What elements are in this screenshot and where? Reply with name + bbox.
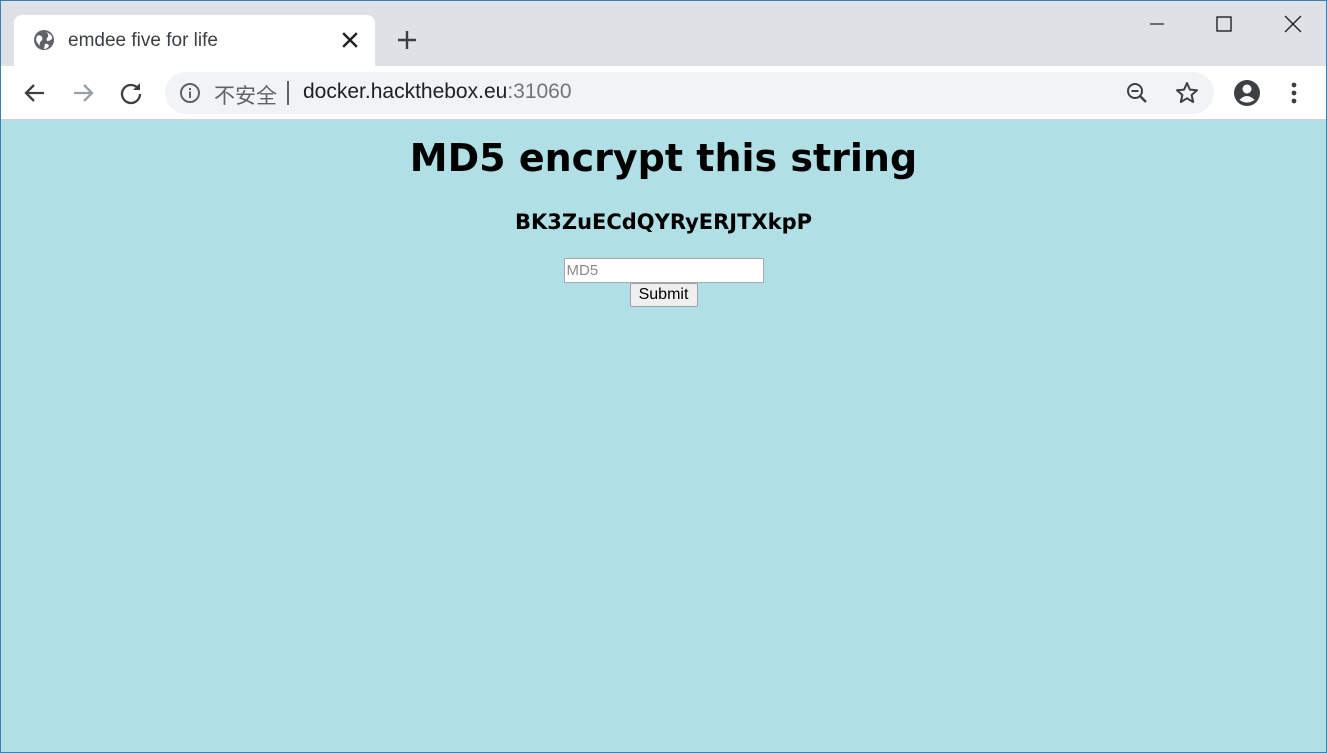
challenge-string: BK3ZuECdQYRyERJTXkpP [514, 210, 813, 234]
info-icon[interactable] [179, 82, 201, 104]
browser-toolbar: 不安全 docker.hackthebox.eu:31060 [1, 66, 1326, 120]
minimize-icon[interactable] [1144, 11, 1170, 37]
browser-window: emdee five for life 不安全 docker.hackthebo… [0, 0, 1327, 753]
new-tab-plus-icon[interactable] [394, 27, 420, 53]
omnibox-separator [287, 81, 289, 105]
url-port: :31060 [507, 80, 572, 103]
submit-button[interactable]: Submit [629, 283, 698, 307]
page-content: MD5 encrypt this string BK3ZuECdQYRyERJT… [1, 121, 1326, 752]
md5-form: Submit [1, 258, 1326, 307]
tab-title: emdee five for life [68, 30, 218, 51]
page-heading: MD5 encrypt this string [409, 136, 918, 180]
security-status-label[interactable]: 不安全 [214, 80, 277, 110]
zoom-out-icon[interactable] [1125, 81, 1149, 105]
globe-icon [33, 29, 55, 51]
back-arrow-icon[interactable] [21, 79, 49, 107]
url-text[interactable]: docker.hackthebox.eu:31060 [303, 80, 572, 104]
tab-strip: emdee five for life [1, 1, 1326, 66]
maximize-icon[interactable] [1211, 11, 1237, 37]
forward-arrow-icon[interactable] [69, 79, 97, 107]
address-bar[interactable]: 不安全 docker.hackthebox.eu:31060 [165, 72, 1214, 114]
reload-icon[interactable] [117, 79, 145, 107]
profile-avatar-icon[interactable] [1232, 78, 1262, 108]
url-host: docker.hackthebox.eu [303, 80, 508, 103]
more-menu-icon[interactable] [1284, 79, 1304, 107]
close-window-icon[interactable] [1280, 11, 1306, 37]
bookmark-star-icon[interactable] [1174, 80, 1200, 106]
close-tab-icon[interactable] [338, 28, 362, 52]
md5-input[interactable] [563, 258, 764, 283]
active-tab[interactable]: emdee five for life [14, 15, 375, 66]
